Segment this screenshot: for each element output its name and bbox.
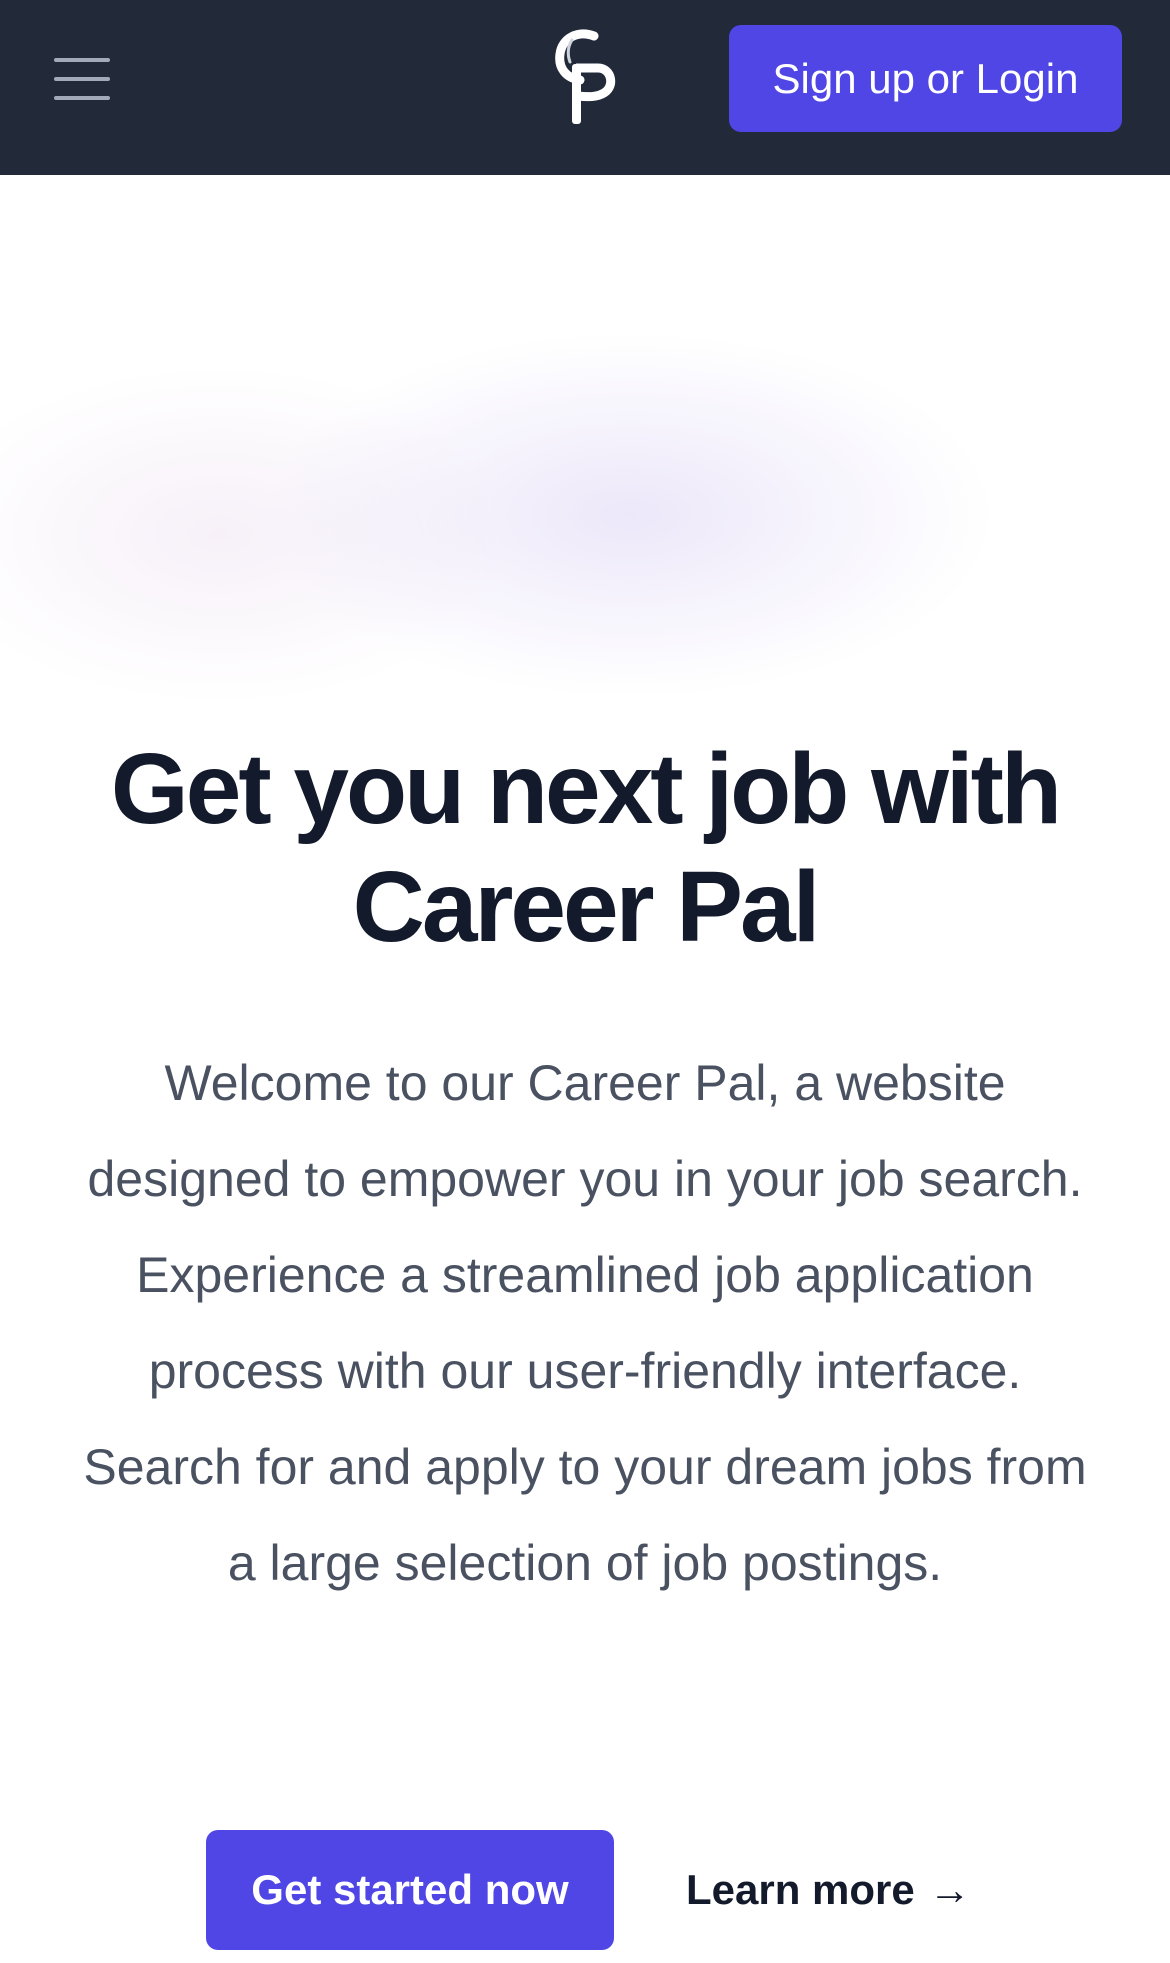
headline-line-1: Get you next job with [110,733,1062,845]
hero-description: Welcome to our Career Pal, a website des… [83,1055,1087,1591]
page: Sign up or Login Get you next job with C… [0,0,1170,1963]
signup-login-button[interactable]: Sign up or Login [729,25,1122,132]
headline-line-2: Career Pal [352,851,821,963]
menu-line [54,58,110,62]
get-started-button[interactable]: Get started now [206,1830,614,1950]
hamburger-menu-icon[interactable] [54,58,112,100]
career-pal-logo[interactable] [550,28,620,128]
arrow-right-icon: → [928,1866,971,1913]
menu-line [54,77,110,81]
learn-more-link[interactable]: Learn more → [686,1830,971,1950]
menu-line [54,96,110,100]
top-nav-bar: Sign up or Login [0,0,1170,175]
learn-more-label: Learn more [686,1866,915,1913]
hero-headline: Get you next job with Career Pal [40,730,1130,966]
